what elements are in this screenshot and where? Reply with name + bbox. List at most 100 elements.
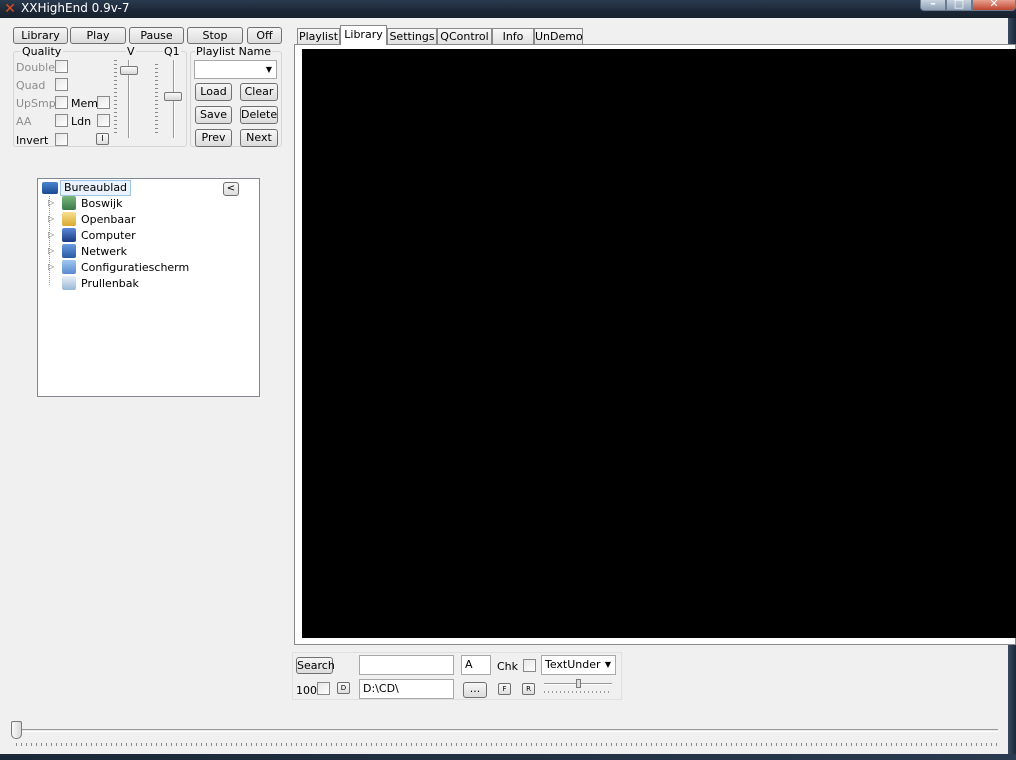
browse-button[interactable]: ... — [463, 682, 487, 698]
tree-item-prullenbak[interactable]: Prullenbak — [38, 276, 259, 292]
view-mode-dropdown[interactable]: TextUnder ▼ — [541, 655, 616, 675]
pause-button[interactable]: Pause — [129, 27, 184, 44]
aa-label: AA — [16, 115, 32, 128]
expand-arrow-icon: ▷ — [48, 230, 55, 239]
window-title: XXHighEnd 0.9v-7 — [21, 1, 130, 15]
search-input[interactable] — [359, 655, 454, 675]
count-checkbox[interactable] — [317, 682, 330, 695]
upsmp-label: UpSmp — [16, 97, 56, 110]
letter-input[interactable]: A — [461, 655, 491, 675]
mem-label: Mem — [71, 97, 98, 110]
chevron-down-icon: ▼ — [265, 65, 272, 74]
v-slider-label: V — [126, 45, 136, 58]
size-slider-ticks — [544, 691, 612, 693]
minimize-button[interactable]: – — [920, 0, 946, 11]
tree-item-bureaublad[interactable]: Bureaublad — [38, 180, 259, 196]
window-controls: – □ ✕ — [920, 0, 1016, 11]
tree-item-label: Configuratiescherm — [81, 261, 190, 274]
quality-group-label: Quality — [20, 45, 64, 58]
tab-library[interactable]: Library — [340, 25, 387, 45]
aa-checkbox[interactable] — [55, 114, 68, 127]
quad-label: Quad — [16, 79, 46, 92]
expand-arrow-icon: ▷ — [48, 214, 55, 223]
tree-item-label: Prullenbak — [81, 277, 139, 290]
off-button[interactable]: Off — [247, 27, 282, 44]
maximize-icon: □ — [953, 0, 965, 10]
save-button[interactable]: Save — [195, 106, 232, 124]
cover-art-display[interactable] — [302, 49, 1016, 638]
chevron-down-icon: ▼ — [604, 660, 611, 669]
tab-undemo[interactable]: UnDemo — [534, 28, 583, 44]
q1-slider-ticks — [155, 64, 158, 136]
ldn-label: Ldn — [71, 115, 92, 128]
tree-item-boswijk[interactable]: ▷ Boswijk — [38, 196, 259, 212]
maximize-button[interactable]: □ — [946, 0, 972, 11]
double-checkbox[interactable] — [55, 60, 68, 73]
expand-arrow-icon: ▷ — [48, 246, 55, 255]
tab-playlist[interactable]: Playlist — [297, 28, 340, 44]
xx-logo-icon: ✕ — [4, 1, 16, 17]
folder-icon — [62, 212, 76, 226]
expand-arrow-icon: ▷ — [48, 198, 55, 207]
v-slider-thumb[interactable] — [120, 66, 138, 75]
playlist-name-dropdown[interactable]: ▼ — [194, 60, 277, 79]
tree-item-netwerk[interactable]: ▷ Netwerk — [38, 244, 259, 260]
user-folder-icon — [62, 196, 76, 210]
tree-item-computer[interactable]: ▷ Computer — [38, 228, 259, 244]
quad-checkbox[interactable] — [55, 78, 68, 91]
invert-checkbox[interactable] — [55, 133, 68, 146]
minimize-icon: – — [930, 0, 936, 10]
library-button[interactable]: Library — [13, 27, 68, 44]
tree-item-openbaar[interactable]: ▷ Openbaar — [38, 212, 259, 228]
tree-item-configuratiescherm[interactable]: ▷ Configuratiescherm — [38, 260, 259, 276]
load-button[interactable]: Load — [195, 83, 232, 101]
upsmp-checkbox[interactable] — [55, 96, 68, 109]
stop-button[interactable]: Stop — [187, 27, 243, 44]
delete-button[interactable]: Delete — [240, 106, 278, 124]
title-bar[interactable]: ✕ XXHighEnd 0.9v-7 – □ ✕ — [0, 0, 1016, 18]
next-button[interactable]: Next — [240, 129, 278, 147]
desktop-icon — [42, 182, 58, 194]
size-slider-thumb[interactable] — [576, 679, 581, 688]
r-button[interactable]: R — [522, 683, 535, 695]
tab-qcontrol[interactable]: QControl — [437, 28, 492, 44]
tree-item-label: Bureaublad — [60, 180, 132, 196]
position-slider-track — [16, 729, 998, 732]
count-label: 100 — [296, 684, 317, 697]
view-mode-value: TextUnder — [545, 658, 601, 671]
chk-checkbox[interactable] — [523, 659, 536, 672]
v-slider-ticks — [114, 60, 117, 136]
i-button[interactable]: I — [96, 133, 109, 145]
tab-settings[interactable]: Settings — [387, 28, 437, 44]
computer-icon — [62, 228, 76, 242]
position-slider-ticks — [16, 743, 998, 746]
d-button[interactable]: D — [337, 682, 350, 694]
search-button[interactable]: Search — [296, 657, 335, 674]
tab-info[interactable]: Info — [492, 28, 534, 44]
clear-button[interactable]: Clear — [240, 83, 278, 101]
mem-checkbox[interactable] — [97, 96, 110, 109]
chk-label: Chk — [497, 660, 519, 673]
tree-item-label: Netwerk — [81, 245, 127, 258]
close-icon: ✕ — [989, 0, 999, 10]
ldn-checkbox[interactable] — [97, 114, 110, 127]
position-slider-thumb[interactable] — [11, 721, 22, 739]
prev-button[interactable]: Prev — [195, 129, 232, 147]
network-icon — [62, 244, 76, 258]
folder-tree[interactable]: < Bureaublad ▷ Boswijk ▷ Openbaar ▷ Comp… — [37, 178, 260, 397]
f-button[interactable]: F — [498, 683, 511, 695]
play-button[interactable]: Play — [70, 27, 126, 44]
tree-item-label: Boswijk — [81, 197, 123, 210]
path-input[interactable]: D:\CD\ — [359, 679, 454, 699]
close-button[interactable]: ✕ — [972, 0, 1016, 11]
double-label: Double — [16, 61, 55, 74]
taskbar-edge — [0, 754, 1016, 760]
invert-label: Invert — [16, 134, 49, 147]
q1-slider-thumb[interactable] — [164, 92, 182, 101]
control-panel-icon — [62, 260, 76, 274]
tree-item-label: Computer — [81, 229, 136, 242]
tree-item-label: Openbaar — [81, 213, 136, 226]
recycle-bin-icon — [62, 276, 76, 290]
expand-arrow-icon: ▷ — [48, 262, 55, 271]
q1-slider-label: Q1 — [163, 45, 181, 58]
